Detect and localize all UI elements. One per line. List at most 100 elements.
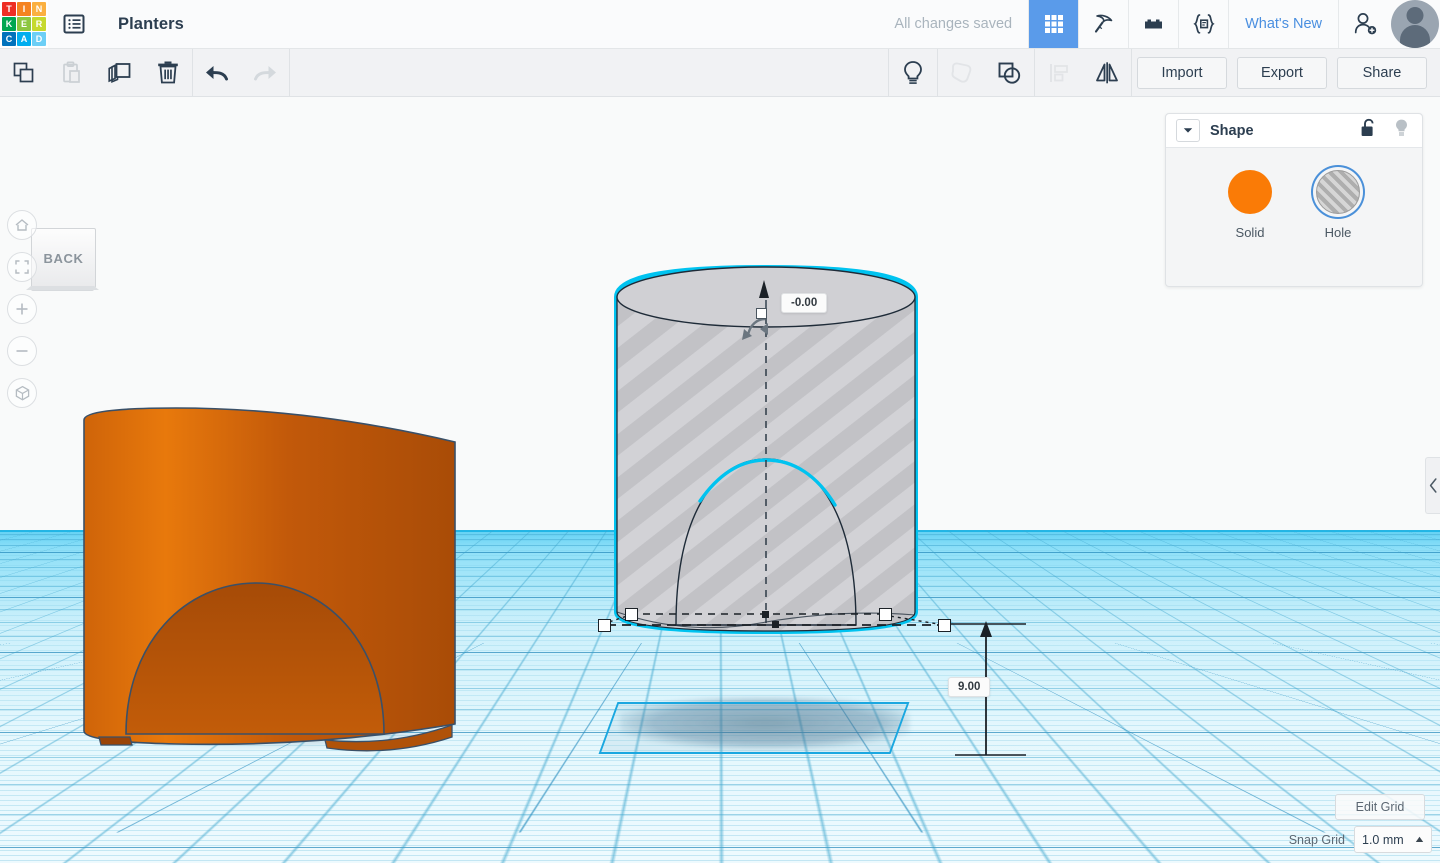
height-value-label[interactable]: 9.00: [948, 677, 991, 697]
snap-grid-value: 1.0 mm: [1362, 832, 1404, 847]
view-cube-base: [31, 286, 94, 291]
cube-icon: [15, 385, 29, 401]
hole-swatch[interactable]: [1316, 170, 1360, 214]
resize-handle-top-mid[interactable]: [762, 611, 769, 618]
ungroup-button[interactable]: [986, 49, 1034, 96]
group-shape-icon: [951, 61, 972, 83]
paste-icon: [63, 60, 80, 83]
edit-grid-button[interactable]: Edit Grid: [1335, 794, 1425, 820]
tab-blocks[interactable]: [1128, 0, 1178, 48]
tab-minecraft[interactable]: [1078, 0, 1128, 48]
shape-panel-collapse-button[interactable]: [1176, 119, 1200, 142]
grid-icon: [1044, 15, 1063, 33]
height-handle[interactable]: [938, 619, 951, 632]
avatar[interactable]: [1391, 0, 1439, 48]
solid-label: Solid: [1235, 225, 1265, 240]
invite-user-button[interactable]: [1339, 0, 1391, 48]
minus-icon: [16, 350, 28, 352]
project-list-button[interactable]: [48, 0, 100, 48]
logo-tile-t: T: [2, 2, 16, 16]
mirror-icon: [1096, 61, 1118, 83]
shape-visibility-button[interactable]: [1393, 118, 1410, 143]
avatar-body: [1400, 25, 1430, 48]
logo-tile-n: N: [32, 2, 46, 16]
logo-tile-a: A: [17, 32, 31, 46]
resize-handle-tr[interactable]: [879, 608, 892, 621]
fit-view-button[interactable]: [7, 252, 37, 282]
rotation-value-label[interactable]: -0.00: [781, 293, 828, 313]
logo-tile-i: I: [17, 2, 31, 16]
ungroup-shape-icon: [998, 62, 1021, 84]
share-button[interactable]: Share: [1337, 56, 1427, 89]
add-user-icon: [1354, 13, 1377, 35]
tab-design[interactable]: [1028, 0, 1079, 48]
right-panel-collapse-tab[interactable]: [1425, 457, 1440, 514]
app-header: T I N K E R C A D Planters All changes s…: [0, 0, 1440, 49]
whats-new-link[interactable]: What's New: [1228, 0, 1339, 48]
blocks-icon: [1144, 19, 1162, 29]
delete-button[interactable]: [144, 49, 192, 96]
view-cube[interactable]: BACK: [31, 228, 96, 288]
codeblocks-icon: [1192, 14, 1215, 34]
snap-grid-label: Snap Grid: [1288, 832, 1345, 847]
main-toolbar: Import Export Share: [0, 49, 1440, 97]
lightbulb-button[interactable]: [889, 49, 937, 96]
toolbar-divider-2: [289, 49, 290, 96]
import-button[interactable]: Import: [1137, 56, 1227, 89]
logo-tile-e: E: [17, 17, 31, 31]
align-button[interactable]: [1035, 49, 1083, 96]
shape-panel-body: Solid Hole: [1166, 148, 1422, 240]
undo-button[interactable]: [193, 49, 241, 96]
hole-option[interactable]: Hole: [1316, 170, 1360, 240]
page-title: Planters: [118, 14, 184, 33]
redo-arrow-icon: [254, 65, 276, 80]
mirror-button[interactable]: [1083, 49, 1131, 96]
logo-tile-r: R: [32, 17, 46, 31]
duplicate-icon: [108, 62, 131, 83]
resize-handle-bl[interactable]: [598, 619, 611, 632]
toolbar-divider-6: [1131, 49, 1132, 96]
home-view-button[interactable]: [7, 210, 37, 240]
plus-icon: [16, 303, 28, 315]
unlock-icon: [1361, 118, 1374, 136]
paste-button[interactable]: [48, 49, 96, 96]
home-icon: [15, 219, 29, 231]
export-button[interactable]: Export: [1237, 56, 1327, 89]
logo-tile-c: C: [2, 32, 16, 46]
undo-arrow-icon: [206, 65, 228, 80]
resize-handle-bottom-mid[interactable]: [772, 621, 779, 628]
resize-handle-tl[interactable]: [625, 608, 638, 621]
chevron-down-icon: [1183, 128, 1193, 133]
pickaxe-icon: [1094, 14, 1112, 33]
project-list-icon: [63, 14, 85, 34]
caret-up-icon: [1415, 836, 1424, 842]
trash-icon: [158, 61, 178, 83]
zoom-out-button[interactable]: [7, 336, 37, 366]
copy-icon: [13, 62, 34, 82]
zoom-in-button[interactable]: [7, 294, 37, 324]
group-button[interactable]: [938, 49, 986, 96]
shape-panel-header: Shape: [1166, 114, 1422, 148]
solid-swatch[interactable]: [1228, 170, 1272, 214]
chevron-left-icon: [1429, 478, 1437, 493]
shape-lock-button[interactable]: [1359, 118, 1377, 143]
duplicate-button[interactable]: [96, 49, 144, 96]
lightbulb-icon: [1396, 119, 1407, 136]
header-spacer: [184, 0, 894, 48]
selection-footprint: [598, 702, 910, 754]
copy-button[interactable]: [0, 49, 48, 96]
solid-option[interactable]: Solid: [1228, 170, 1272, 240]
logo-tile-k: K: [2, 17, 16, 31]
workplane[interactable]: [0, 530, 1440, 863]
save-status: All changes saved: [894, 16, 1013, 32]
redo-button[interactable]: [241, 49, 289, 96]
snap-grid-control: Snap Grid 1.0 mm: [1289, 826, 1432, 853]
tinkercad-logo[interactable]: T I N K E R C A D: [0, 0, 48, 48]
tab-codeblocks[interactable]: [1178, 0, 1228, 48]
shape-inspector-panel: Shape Solid Hole: [1165, 113, 1423, 287]
snap-grid-select[interactable]: 1.0 mm: [1354, 826, 1432, 853]
ortho-perspective-button[interactable]: [7, 378, 37, 408]
fit-all-icon: [15, 260, 29, 274]
shape-panel-title: Shape: [1210, 122, 1254, 139]
rotation-center-handle[interactable]: [756, 308, 767, 319]
